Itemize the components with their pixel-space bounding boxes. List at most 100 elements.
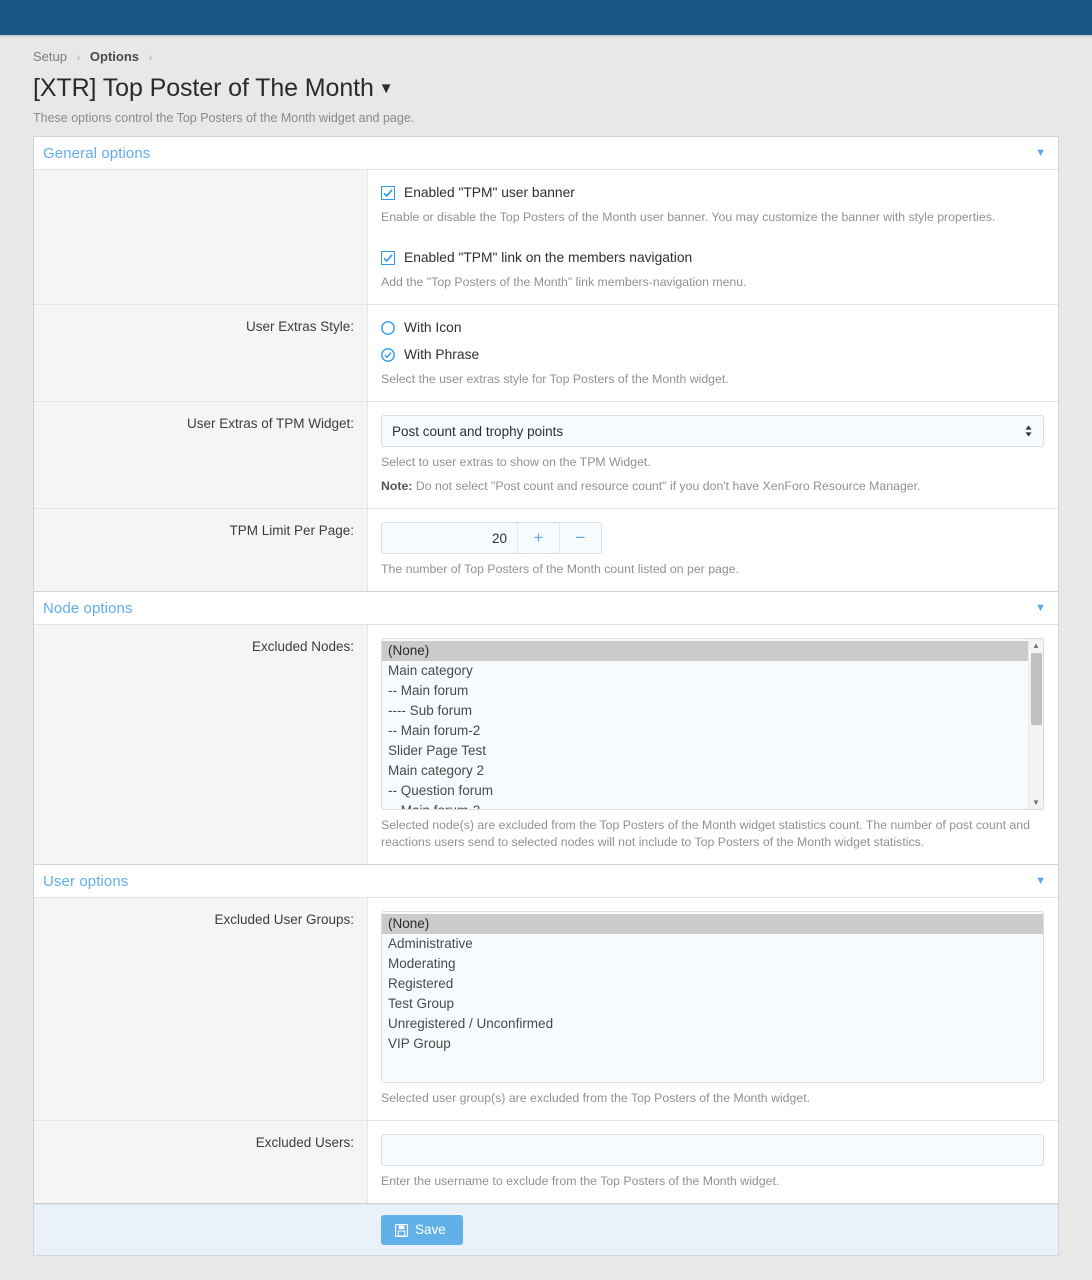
breadcrumb-item-options[interactable]: Options xyxy=(90,49,139,64)
save-icon xyxy=(395,1224,408,1237)
radio-with-phrase[interactable]: With Phrase xyxy=(381,345,1044,364)
page-description: These options control the Top Posters of… xyxy=(33,109,1059,136)
select-explain: Select to user extras to show on the TPM… xyxy=(381,454,1044,471)
row-label-excluded-user-groups: Excluded User Groups: xyxy=(34,898,368,1120)
list-item[interactable]: (None) xyxy=(382,914,1043,934)
page-title: [XTR] Top Poster of The Month▼ xyxy=(33,72,1059,105)
radio-label: With Icon xyxy=(404,318,462,337)
section-header-user[interactable]: User options ▼ xyxy=(34,865,1058,898)
list-item[interactable]: Registered xyxy=(382,974,1043,994)
section-node-options: Node options ▼ Excluded Nodes: (None) Ma… xyxy=(33,591,1059,864)
radio-unselected-icon xyxy=(381,321,395,335)
top-navigation-bar xyxy=(0,0,1092,35)
form-row-user-extras-style: User Extras Style: With Icon With Phrase… xyxy=(34,305,1058,402)
row-body: Post count and trophy points Select to u… xyxy=(368,402,1058,508)
row-body: (None) Administrative Moderating Registe… xyxy=(368,898,1058,1120)
radio-with-icon[interactable]: With Icon xyxy=(381,318,1044,337)
listbox-scrollbar[interactable]: ▲ ▼ xyxy=(1028,639,1043,809)
spacer xyxy=(381,226,1044,248)
select-value: Post count and trophy points xyxy=(392,424,563,439)
scroll-up-icon[interactable]: ▲ xyxy=(1029,639,1043,652)
row-body: 20 + − The number of Top Posters of the … xyxy=(368,509,1058,591)
listbox-explain: Selected node(s) are excluded from the T… xyxy=(381,817,1044,851)
note-prefix: Note: xyxy=(381,479,412,493)
list-item[interactable]: Test Group xyxy=(382,994,1043,1014)
list-item[interactable]: Moderating xyxy=(382,954,1043,974)
tpm-limit-input[interactable]: 20 xyxy=(382,523,517,553)
quantity-stepper[interactable]: 20 + − xyxy=(381,522,602,554)
stepper-increment-button[interactable]: + xyxy=(517,523,559,553)
form-row-excluded-nodes: Excluded Nodes: (None) Main category -- … xyxy=(34,625,1058,864)
checkbox-label: Enabled "TPM" link on the members naviga… xyxy=(404,248,692,267)
listbox-excluded-nodes[interactable]: (None) Main category -- Main forum ---- … xyxy=(381,638,1044,810)
note-text: Do not select "Post count and resource c… xyxy=(412,479,920,493)
chevron-up-down-icon xyxy=(1024,424,1033,439)
list-item[interactable]: Main category xyxy=(382,661,1043,681)
list-item[interactable]: Unregistered / Unconfirmed xyxy=(382,1014,1043,1034)
row-label-tpm-limit: TPM Limit Per Page: xyxy=(34,509,368,591)
chevron-down-icon[interactable]: ▼ xyxy=(379,80,394,97)
list-item[interactable]: Administrative xyxy=(382,934,1043,954)
row-label-excluded-nodes: Excluded Nodes: xyxy=(34,625,368,864)
select-note: Note: Do not select "Post count and reso… xyxy=(381,478,1044,495)
input-explain: Enter the username to exclude from the T… xyxy=(381,1173,1044,1190)
chevron-down-icon[interactable]: ▼ xyxy=(1035,876,1046,887)
row-body: With Icon With Phrase Select the user ex… xyxy=(368,305,1058,401)
radio-label: With Phrase xyxy=(404,345,479,364)
section-header-node[interactable]: Node options ▼ xyxy=(34,592,1058,625)
form-row-excluded-user-groups: Excluded User Groups: (None) Administrat… xyxy=(34,898,1058,1121)
list-item[interactable]: Main category 2 xyxy=(382,761,1043,781)
list-item[interactable]: ---- Sub forum xyxy=(382,701,1043,721)
form-row-user-extras-widget: User Extras of TPM Widget: Post count an… xyxy=(34,402,1058,509)
checkbox-label: Enabled "TPM" user banner xyxy=(404,183,575,202)
row-body: Enter the username to exclude from the T… xyxy=(368,1121,1058,1203)
section-title: General options xyxy=(43,145,150,162)
form-row-banner-toggles: Enabled "TPM" user banner Enable or disa… xyxy=(34,170,1058,305)
breadcrumb: Setup › Options › xyxy=(33,48,1059,70)
list-item[interactable]: -- Main forum xyxy=(382,681,1043,701)
form-row-excluded-users: Excluded Users: Enter the username to ex… xyxy=(34,1121,1058,1203)
list-item[interactable]: Slider Page Test xyxy=(382,741,1043,761)
save-button-label: Save xyxy=(415,1222,446,1238)
list-item[interactable]: -- Main forum-2 xyxy=(382,721,1043,741)
section-title: User options xyxy=(43,873,128,890)
row-label-user-extras-style: User Extras Style: xyxy=(34,305,368,401)
breadcrumb-item-setup[interactable]: Setup xyxy=(33,49,67,64)
row-label-empty xyxy=(34,170,368,304)
select-user-extras-widget[interactable]: Post count and trophy points xyxy=(381,415,1044,447)
radio-group-explain: Select the user extras style for Top Pos… xyxy=(381,371,1044,388)
list-item[interactable]: -- Question forum xyxy=(382,781,1043,801)
list-item[interactable]: (None) xyxy=(382,641,1028,661)
breadcrumb-separator: › xyxy=(71,52,87,64)
scrollbar-thumb[interactable] xyxy=(1031,653,1042,725)
scroll-down-icon[interactable]: ▼ xyxy=(1029,796,1043,809)
listbox-explain: Selected user group(s) are excluded from… xyxy=(381,1090,1044,1107)
section-header-general[interactable]: General options ▼ xyxy=(34,137,1058,170)
excluded-users-input[interactable] xyxy=(381,1134,1044,1166)
checkbox-checked-icon xyxy=(381,251,395,265)
breadcrumb-separator: › xyxy=(143,52,159,64)
listbox-excluded-user-groups[interactable]: (None) Administrative Moderating Registe… xyxy=(381,911,1044,1083)
section-user-options: User options ▼ Excluded User Groups: (No… xyxy=(33,864,1059,1204)
page-header: Setup › Options › [XTR] Top Poster of Th… xyxy=(0,38,1092,136)
row-label-excluded-users: Excluded Users: xyxy=(34,1121,368,1203)
chevron-down-icon[interactable]: ▼ xyxy=(1035,148,1046,159)
checkbox-explain: Enable or disable the Top Posters of the… xyxy=(381,209,1044,226)
checkbox-checked-icon xyxy=(381,186,395,200)
checkbox-enable-tpm-members-nav-link[interactable]: Enabled "TPM" link on the members naviga… xyxy=(381,248,1044,267)
list-item[interactable]: VIP Group xyxy=(382,1034,1043,1054)
save-button[interactable]: Save xyxy=(381,1215,463,1245)
radio-selected-icon xyxy=(381,348,395,362)
checkbox-explain: Add the "Top Posters of the Month" link … xyxy=(381,274,1044,291)
row-body: Enabled "TPM" user banner Enable or disa… xyxy=(368,170,1058,304)
page-bottom-padding xyxy=(0,1256,1092,1272)
admin-options-page: Setup › Options › [XTR] Top Poster of Th… xyxy=(0,0,1092,1280)
chevron-down-icon[interactable]: ▼ xyxy=(1035,603,1046,614)
form-footer: Save xyxy=(33,1204,1059,1256)
row-label-user-extras-widget: User Extras of TPM Widget: xyxy=(34,402,368,508)
stepper-decrement-button[interactable]: − xyxy=(559,523,601,553)
checkbox-enable-tpm-user-banner[interactable]: Enabled "TPM" user banner xyxy=(381,183,1044,202)
listbox-options: (None) Administrative Moderating Registe… xyxy=(382,912,1043,1054)
listbox-options: (None) Main category -- Main forum ---- … xyxy=(382,639,1043,810)
list-item[interactable]: -- Main forum-3 xyxy=(382,801,1043,810)
